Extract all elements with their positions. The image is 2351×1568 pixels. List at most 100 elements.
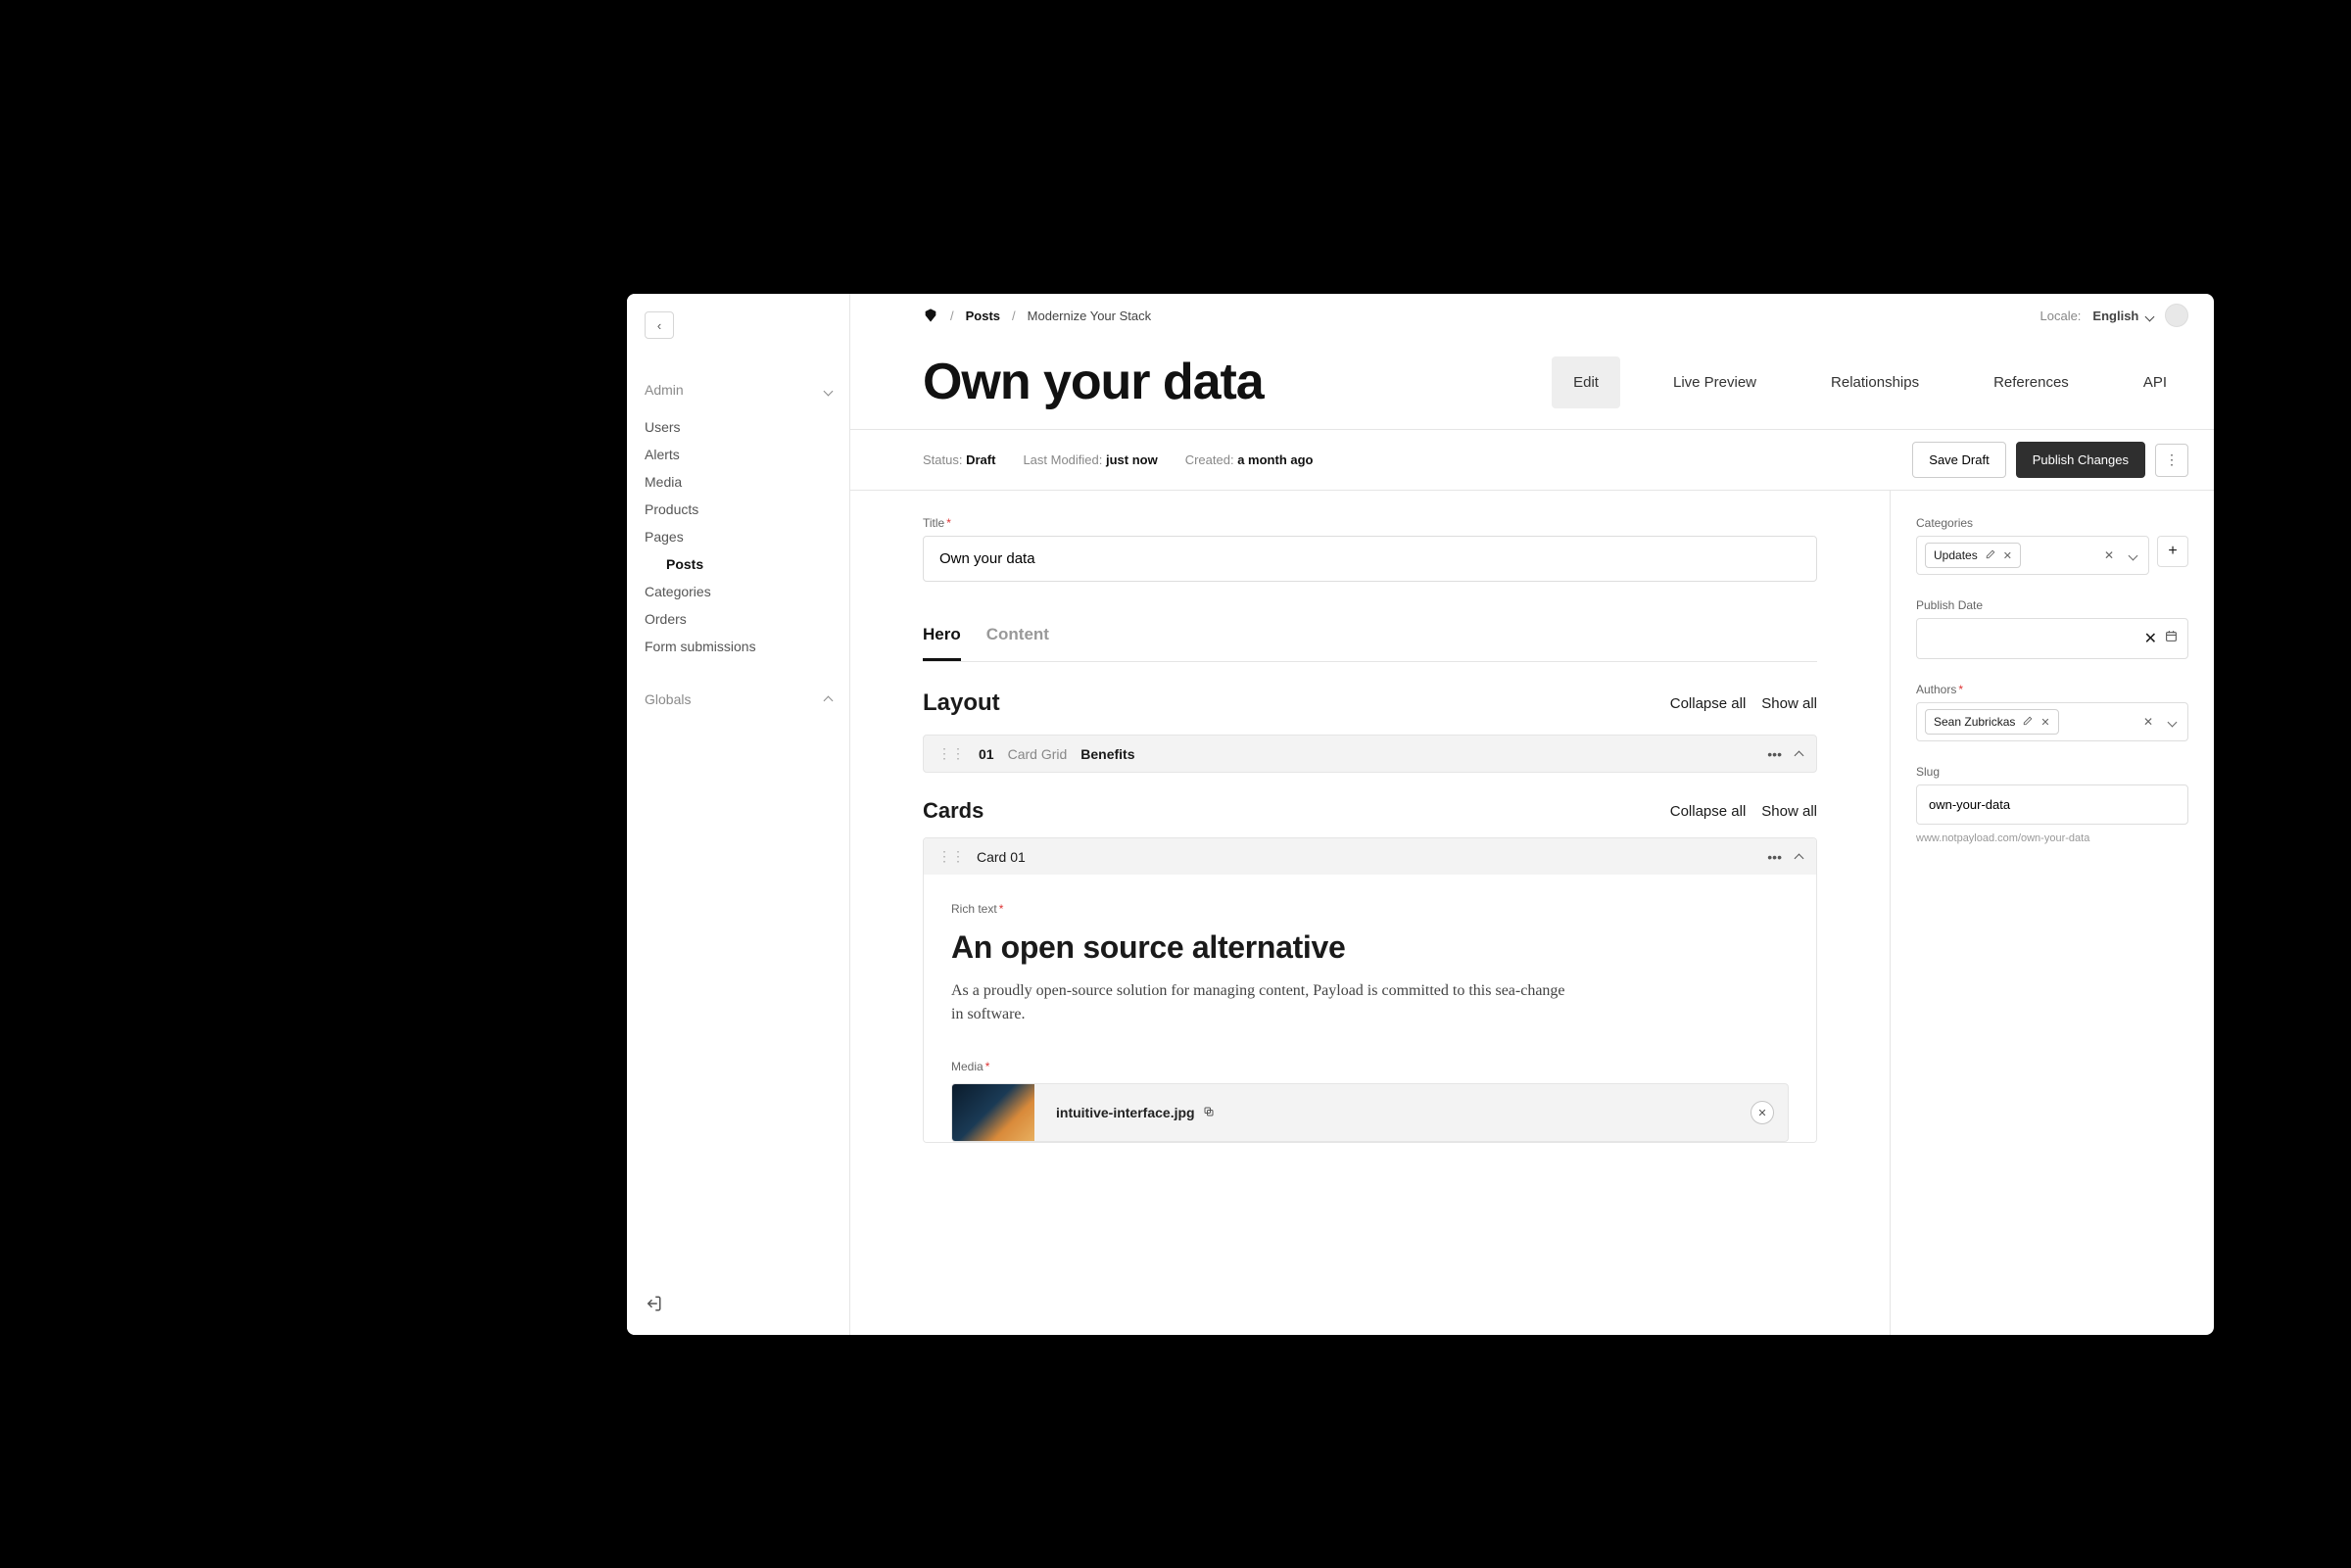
- tab-relationships[interactable]: Relationships: [1809, 356, 1941, 408]
- drag-handle-icon[interactable]: ⋮⋮: [937, 848, 965, 865]
- rich-text-heading: An open source alternative: [951, 929, 1789, 966]
- tab-api[interactable]: API: [2122, 356, 2188, 408]
- block-more-icon[interactable]: •••: [1767, 746, 1782, 762]
- required-icon: *: [985, 1060, 990, 1073]
- edit-icon[interactable]: [1986, 549, 1995, 562]
- layout-collapse-all[interactable]: Collapse all: [1670, 695, 1747, 712]
- breadcrumb-item[interactable]: Modernize Your Stack: [1028, 309, 1151, 323]
- app-logo-icon[interactable]: [923, 308, 938, 323]
- title-input[interactable]: [923, 536, 1817, 582]
- add-category-button[interactable]: +: [2157, 536, 2188, 567]
- copy-icon[interactable]: [1203, 1105, 1215, 1120]
- title-row: Own your data Edit Live Preview Relation…: [850, 335, 2214, 430]
- slug-input[interactable]: [1916, 784, 2188, 825]
- card-title: Card 01: [977, 849, 1026, 865]
- form-column: Title* Hero Content Layout Collapse all …: [850, 491, 1891, 1335]
- clear-icon[interactable]: ✕: [2100, 548, 2118, 562]
- sidebar-item-posts[interactable]: Posts: [645, 550, 832, 578]
- cards-collapse-all[interactable]: Collapse all: [1670, 803, 1747, 820]
- chevron-down-icon: [2146, 309, 2153, 323]
- remove-chip-icon[interactable]: ✕: [2040, 716, 2049, 729]
- sidebar-collapse-button[interactable]: ‹: [645, 311, 674, 339]
- chevron-down-icon: [825, 382, 832, 398]
- required-icon: *: [999, 902, 1004, 916]
- sidebar-item-products[interactable]: Products: [645, 496, 832, 523]
- author-chip: Sean Zubrickas ✕: [1925, 709, 2059, 735]
- media-item: intuitive-interface.jpg ✕: [951, 1083, 1789, 1142]
- rich-text-editor[interactable]: An open source alternative As a proudly …: [951, 929, 1789, 1026]
- card-block-header: ⋮⋮ Card 01 •••: [924, 838, 1816, 875]
- sidebar-nav: Admin Users Alerts Media Products Pages …: [627, 345, 849, 1277]
- sidebar-item-categories[interactable]: Categories: [645, 578, 832, 605]
- authors-label: Authors*: [1916, 683, 2188, 696]
- avatar[interactable]: [2165, 304, 2188, 327]
- authors-field: Authors* Sean Zubrickas ✕ ✕: [1916, 683, 2188, 741]
- publish-button[interactable]: Publish Changes: [2016, 442, 2145, 478]
- card-more-icon[interactable]: •••: [1767, 849, 1782, 865]
- sidebar-item-form-submissions[interactable]: Form submissions: [645, 633, 832, 660]
- calendar-icon[interactable]: [2165, 630, 2178, 647]
- categories-select[interactable]: Updates ✕ ✕: [1916, 536, 2149, 575]
- rich-text-label: Rich text*: [951, 902, 1789, 916]
- block-name: Benefits: [1080, 746, 1134, 762]
- sidebar-item-pages[interactable]: Pages: [645, 523, 832, 550]
- app-window: ‹ Admin Users Alerts Media Products Page…: [627, 294, 2214, 1335]
- clear-icon[interactable]: ✕: [2139, 715, 2157, 729]
- categories-label: Categories: [1916, 516, 2188, 530]
- slug-preview: www.notpayload.com/own-your-data: [1916, 832, 2188, 844]
- nav-group-label: Globals: [645, 691, 691, 707]
- cards-heading: Cards: [923, 798, 984, 824]
- media-remove-button[interactable]: ✕: [1751, 1101, 1774, 1124]
- title-label: Title*: [923, 516, 1817, 530]
- tab-edit[interactable]: Edit: [1552, 356, 1620, 408]
- chevron-up-icon: [825, 691, 832, 707]
- status-bar: Status: Draft Last Modified: just now Cr…: [850, 430, 2214, 491]
- locale-selector[interactable]: English: [2092, 309, 2153, 323]
- clear-icon[interactable]: ✕: [2144, 629, 2157, 648]
- breadcrumb-separator: /: [1012, 309, 1016, 323]
- layout-section: Layout Collapse all Show all ⋮⋮ 01 Card …: [923, 689, 1817, 1143]
- sidebar-item-orders[interactable]: Orders: [645, 605, 832, 633]
- sidebar-item-alerts[interactable]: Alerts: [645, 441, 832, 468]
- status-field: Status: Draft: [923, 452, 995, 467]
- block-collapse-icon[interactable]: [1796, 746, 1802, 762]
- media-field: Media* intuitive-interface.jpg: [951, 1060, 1789, 1142]
- kebab-icon: ⋮: [2165, 451, 2179, 468]
- chevron-down-icon[interactable]: [2165, 715, 2180, 729]
- logout-icon[interactable]: [645, 1297, 662, 1316]
- nav-group-admin[interactable]: Admin: [645, 378, 832, 402]
- publish-date-input[interactable]: ✕: [1916, 618, 2188, 659]
- sidebar-item-users[interactable]: Users: [645, 413, 832, 441]
- drag-handle-icon[interactable]: ⋮⋮: [937, 745, 965, 762]
- sidebar-item-media[interactable]: Media: [645, 468, 832, 496]
- publish-date-field: Publish Date ✕: [1916, 598, 2188, 659]
- publish-date-label: Publish Date: [1916, 598, 2188, 612]
- layout-show-all[interactable]: Show all: [1761, 695, 1817, 712]
- close-icon: ✕: [1757, 1107, 1766, 1119]
- form-tab-hero[interactable]: Hero: [923, 615, 961, 661]
- tab-live-preview[interactable]: Live Preview: [1652, 356, 1778, 408]
- cards-section: Cards Collapse all Show all ⋮⋮ Card 01: [923, 798, 1817, 1143]
- media-filename[interactable]: intuitive-interface.jpg: [1056, 1105, 1215, 1120]
- slug-label: Slug: [1916, 765, 2188, 779]
- tab-references[interactable]: References: [1972, 356, 2090, 408]
- card-collapse-icon[interactable]: [1796, 849, 1802, 865]
- save-draft-button[interactable]: Save Draft: [1912, 442, 2005, 478]
- content-area: Title* Hero Content Layout Collapse all …: [850, 491, 2214, 1335]
- more-actions-button[interactable]: ⋮: [2155, 444, 2188, 477]
- edit-icon[interactable]: [2023, 716, 2033, 729]
- media-label: Media*: [951, 1060, 1789, 1073]
- form-tab-content[interactable]: Content: [986, 615, 1049, 661]
- authors-select[interactable]: Sean Zubrickas ✕ ✕: [1916, 702, 2188, 741]
- cards-show-all[interactable]: Show all: [1761, 803, 1817, 820]
- nav-group-globals[interactable]: Globals: [645, 688, 832, 711]
- media-thumbnail[interactable]: [952, 1083, 1034, 1142]
- chevron-down-icon[interactable]: [2126, 548, 2140, 562]
- breadcrumb-collection[interactable]: Posts: [966, 309, 1000, 323]
- remove-chip-icon[interactable]: ✕: [2003, 549, 2012, 562]
- block-index: 01: [979, 746, 994, 762]
- form-tabs: Hero Content: [923, 615, 1817, 662]
- layout-block-row: ⋮⋮ 01 Card Grid Benefits •••: [923, 735, 1817, 773]
- breadcrumb: / Posts / Modernize Your Stack: [923, 308, 1151, 323]
- side-column: Categories Updates ✕ ✕: [1891, 491, 2214, 1335]
